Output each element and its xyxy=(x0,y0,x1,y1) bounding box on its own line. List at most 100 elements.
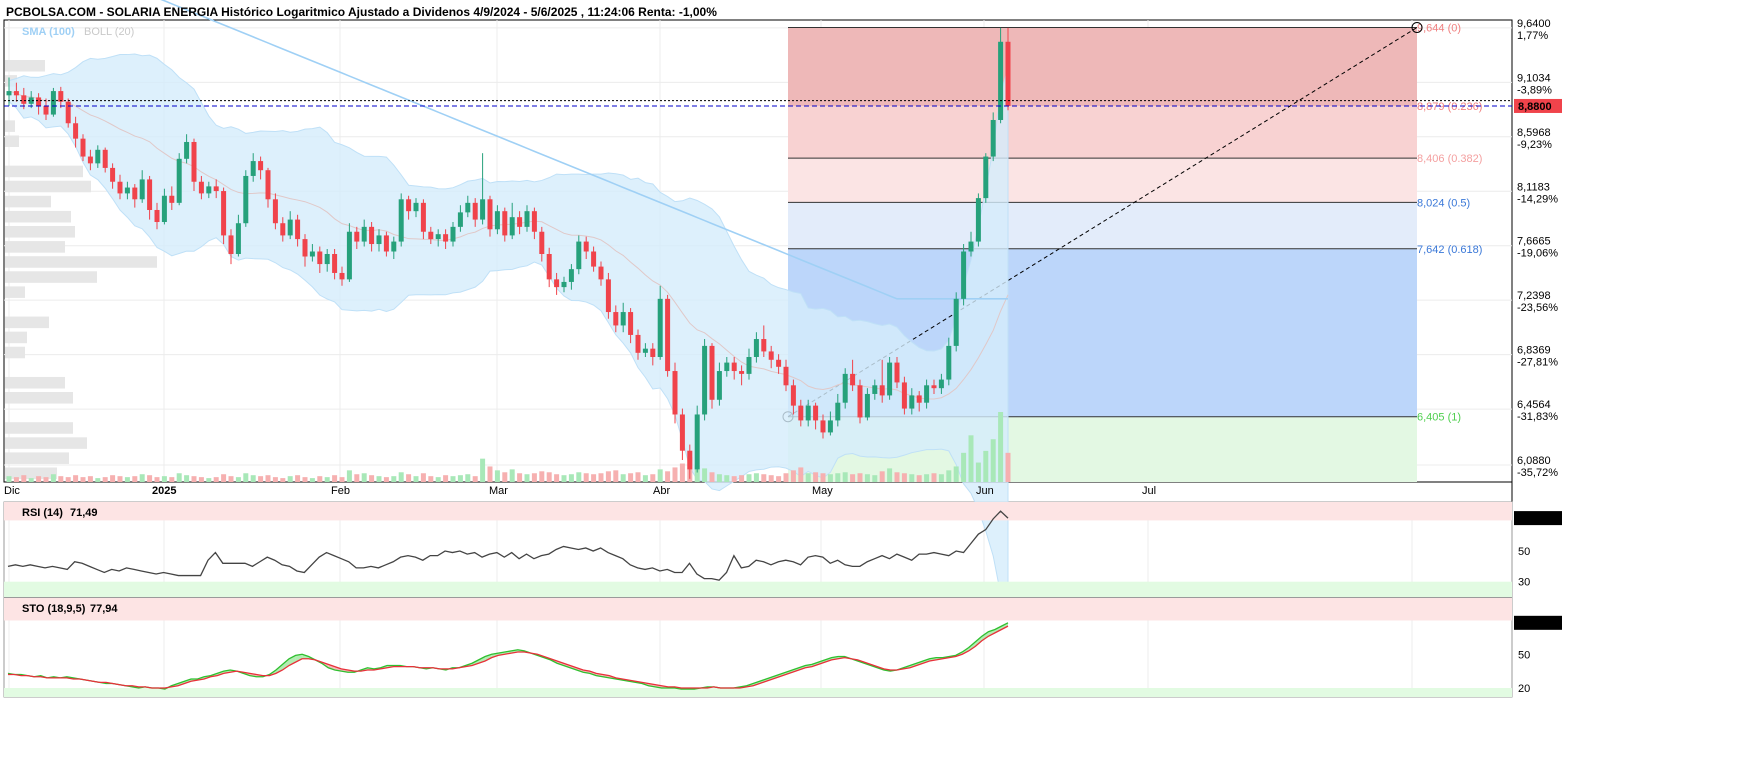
pct-tick-label: -9,23% xyxy=(1517,139,1552,151)
candle xyxy=(398,193,404,247)
candle-body xyxy=(1005,41,1011,106)
volume-bar xyxy=(931,473,937,482)
candle-body xyxy=(213,186,219,192)
pct-tick-label: -31,83% xyxy=(1517,411,1558,423)
volume-bar xyxy=(702,468,708,482)
sto-label: STO (18,9,5) xyxy=(22,603,86,615)
candle-body xyxy=(916,395,922,403)
candle-body xyxy=(776,359,782,367)
volume-bar xyxy=(21,475,27,482)
volume-bar xyxy=(43,477,49,482)
volume-bar xyxy=(309,478,315,482)
volume-bar xyxy=(628,473,634,482)
volume-bar xyxy=(391,476,397,482)
candle-body xyxy=(546,254,552,280)
volume-bar xyxy=(953,466,959,482)
candle-body xyxy=(472,202,478,220)
candle-body xyxy=(635,334,641,353)
volume-bar xyxy=(901,473,907,482)
candle-body xyxy=(879,385,885,396)
volume-profile-bar xyxy=(5,452,69,464)
candle-body xyxy=(272,199,278,224)
fib-label: 6,405 (1) xyxy=(1417,412,1461,424)
volume-bar xyxy=(80,477,86,482)
candle-body xyxy=(746,356,752,374)
candle xyxy=(842,368,848,409)
volume-bar xyxy=(502,472,508,482)
volume-bar xyxy=(147,475,153,482)
candle-body xyxy=(176,158,182,203)
candle-body xyxy=(990,119,996,157)
candle xyxy=(176,153,182,206)
volume-bar xyxy=(864,474,870,482)
volume-bar xyxy=(665,471,671,482)
candle-body xyxy=(250,161,256,176)
volume-profile-bar xyxy=(5,286,25,298)
candle-body xyxy=(820,420,826,433)
candle-body xyxy=(420,202,426,232)
rsi-tick-label: 50 xyxy=(1518,546,1530,558)
candle-body xyxy=(309,251,315,257)
candle-body xyxy=(58,91,64,102)
candle-body xyxy=(369,226,375,245)
volume-bar xyxy=(716,474,722,482)
candle-body xyxy=(946,345,952,380)
pct-tick-label: -14,29% xyxy=(1517,193,1558,205)
volume-profile-bar xyxy=(5,392,73,404)
candle-body xyxy=(975,198,981,242)
candle-body xyxy=(613,312,619,326)
candle xyxy=(694,405,700,473)
candle-body xyxy=(235,223,241,255)
volume-bar xyxy=(517,473,523,482)
volume-bar xyxy=(161,476,167,482)
volume-bar xyxy=(369,475,375,482)
candle-body xyxy=(124,187,130,194)
volume-profile-bar xyxy=(5,467,57,480)
candle-body xyxy=(139,179,145,200)
volume-bar xyxy=(783,473,789,482)
candle-body xyxy=(383,235,389,252)
volume-bar xyxy=(753,473,759,482)
volume-bar xyxy=(413,476,419,482)
price-tick-label: 9,6400 xyxy=(1517,18,1551,30)
volume-bar xyxy=(487,466,493,482)
volume-bar xyxy=(975,462,981,482)
candle-body xyxy=(679,414,685,451)
candle-body xyxy=(6,91,12,96)
volume-profile-bar xyxy=(5,120,15,132)
volume-bar xyxy=(887,468,893,482)
volume-bar xyxy=(938,474,944,482)
candle-body xyxy=(598,266,604,280)
candle-body xyxy=(524,211,530,227)
volume-profile-bar xyxy=(5,226,75,238)
volume-profile-bar xyxy=(5,271,97,283)
candle-body xyxy=(790,385,796,406)
candle-body xyxy=(694,414,700,470)
fib-zone xyxy=(788,158,1417,203)
fib-zone xyxy=(788,27,1417,107)
rsi-overbought-zone xyxy=(4,502,1512,521)
volume-bar xyxy=(73,475,79,482)
candle xyxy=(998,27,1004,124)
volume-bar xyxy=(13,477,19,482)
candle-body xyxy=(332,254,338,273)
candle-body xyxy=(827,420,833,433)
candle xyxy=(975,193,981,247)
candle-body xyxy=(228,235,234,255)
candle-body xyxy=(657,298,663,357)
sto-last-text: 77,940 xyxy=(1517,618,1551,630)
candle-body xyxy=(287,219,293,236)
candle-body xyxy=(413,202,419,212)
fib-label: 8,879 (0.236) xyxy=(1417,101,1482,113)
candle-body xyxy=(435,234,441,240)
volume-bar xyxy=(790,470,796,482)
volume-bar xyxy=(561,475,567,482)
candle-body xyxy=(798,405,804,421)
candle-body xyxy=(702,345,708,415)
x-tick-label: Jun xyxy=(976,485,994,497)
volume-bar xyxy=(184,475,190,482)
volume-profile-bar xyxy=(5,180,91,193)
candle xyxy=(672,362,678,424)
volume-bar xyxy=(724,475,730,482)
x-tick-label: Dic xyxy=(4,485,20,497)
